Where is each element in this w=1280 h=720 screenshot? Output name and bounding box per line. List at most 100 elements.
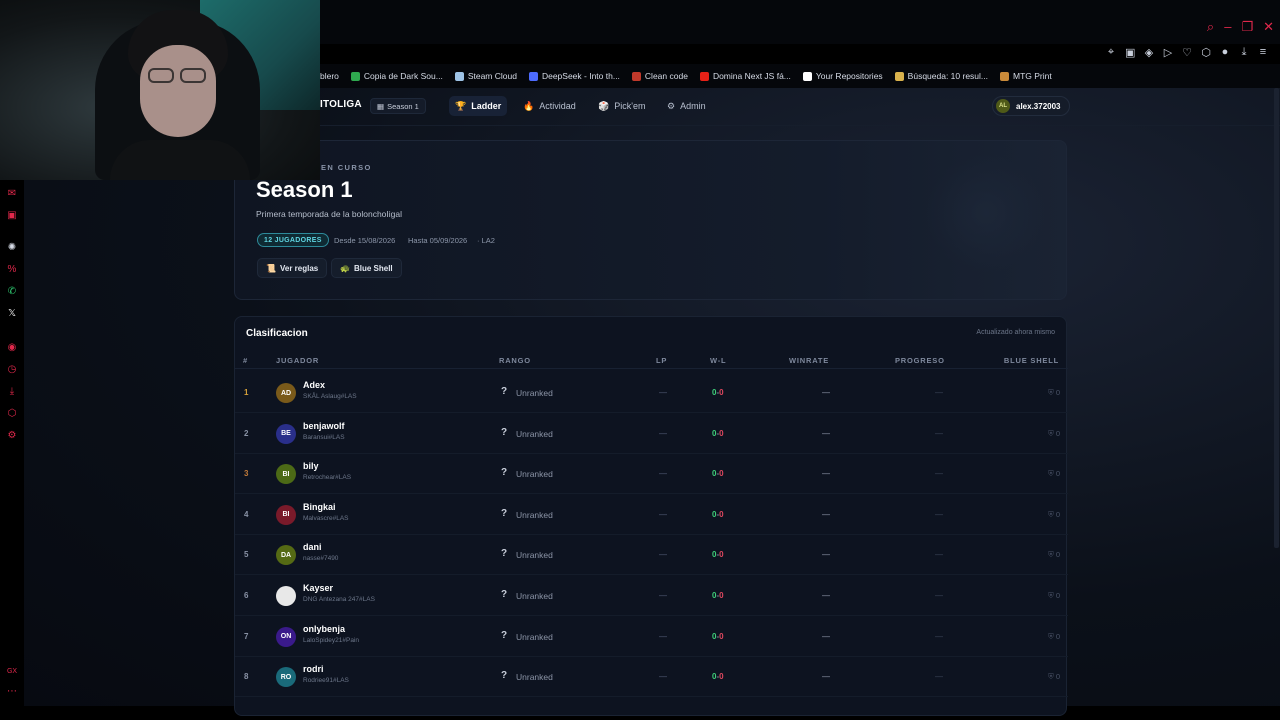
extensions-icon[interactable]: ⬡ bbox=[1201, 46, 1211, 59]
losses: 0 bbox=[719, 631, 724, 641]
col-winrate[interactable]: WINRATE bbox=[789, 356, 829, 365]
mail-icon[interactable]: ✉ bbox=[6, 188, 18, 200]
player-name[interactable]: rodri bbox=[303, 664, 324, 674]
bookmark-label: Steam Cloud bbox=[467, 71, 517, 81]
bookmark-item[interactable]: Steam Cloud bbox=[454, 71, 517, 81]
player-name[interactable]: Bingkai bbox=[303, 502, 336, 512]
pocket-icon[interactable]: ◈ bbox=[1144, 46, 1154, 59]
table-row[interactable]: 1 AD Adex SKÅL Aslaug#LAS? Unranked — 0-0 — — ⛨ 0 bbox=[235, 373, 1068, 413]
progress-value: — bbox=[935, 631, 943, 641]
player-name[interactable]: dani bbox=[303, 542, 322, 552]
download-icon[interactable]: ⤓ bbox=[1239, 46, 1249, 59]
table-row[interactable]: 4 BI Bingkai Malvascre#LAS? Unranked — 0-0 — — ⛨ … bbox=[235, 495, 1068, 535]
riot-id: Malvascre#LAS bbox=[303, 514, 349, 522]
table-row[interactable]: 6 Kayser DNG Antezana 247#LAS? Unranked — 0-0… bbox=[235, 576, 1068, 616]
restore-icon[interactable]: ❐ bbox=[1241, 20, 1253, 34]
chatgpt-icon[interactable]: ✺ bbox=[6, 242, 18, 254]
lp-value: — bbox=[659, 509, 667, 519]
bookmark-label: Búsqueda: 10 resul... bbox=[907, 71, 989, 81]
season-region: · LA2 bbox=[477, 236, 495, 245]
player-name[interactable]: bily bbox=[303, 461, 319, 471]
player-name[interactable]: onlybenja bbox=[303, 624, 345, 634]
close-icon[interactable]: ✕ bbox=[1263, 20, 1274, 34]
bookmark-item[interactable]: Copia de Dark Sou... bbox=[350, 71, 443, 81]
tier-label: Unranked bbox=[516, 550, 553, 561]
percent-icon[interactable]: % bbox=[6, 264, 18, 276]
extensions-icon[interactable]: ⬡ bbox=[6, 408, 18, 420]
bookmark-item[interactable]: Your Repositories bbox=[802, 71, 883, 81]
brand-logo[interactable]: ITOLIGA bbox=[320, 99, 362, 110]
pin-icon[interactable]: ⌖ bbox=[1106, 46, 1116, 59]
webcam-person-face bbox=[140, 45, 216, 137]
season-subtitle: Primera temporada de la bolonchoIigal bbox=[256, 209, 403, 219]
col-blueshell[interactable]: BLUE SHELL bbox=[1004, 356, 1059, 365]
view-rules-button[interactable]: 📜 Ver reglas bbox=[257, 258, 328, 278]
bookmark-label: blero bbox=[320, 71, 339, 81]
avatar: RO bbox=[276, 667, 296, 688]
menu-icon[interactable]: ≡ bbox=[1258, 46, 1268, 59]
gear-icon: ⚙ bbox=[667, 100, 676, 111]
table-row[interactable]: 7 ON onlybenja LaloSpidey21#Pain? Unranked — 0… bbox=[235, 617, 1068, 657]
table-row[interactable]: 3 BI bily Retrochear#LAS? Unranked — 0-0 — — ⛨ 0 bbox=[235, 454, 1068, 495]
bookmark-favicon-icon bbox=[1000, 71, 1010, 81]
tier-label: Unranked bbox=[516, 388, 553, 398]
blue-shell-count: ⛨ 0 bbox=[1048, 388, 1060, 398]
col-tier[interactable]: RANGO bbox=[499, 356, 531, 365]
bookmark-item[interactable]: Búsqueda: 10 resul... bbox=[894, 71, 989, 81]
avatar: AL bbox=[996, 99, 1010, 113]
blue-shell-button[interactable]: 🐢 Blue Shell bbox=[331, 258, 402, 278]
players-badge: 12 JUGADORES bbox=[257, 233, 329, 247]
bookmark-item[interactable]: DeepSeek - Into th... bbox=[528, 71, 620, 81]
tier-label: Unranked bbox=[516, 591, 553, 601]
nav-pickem[interactable]: 🎲 Pick'em bbox=[592, 96, 651, 116]
riot-id: LaloSpidey21#Pain bbox=[303, 636, 360, 644]
col-wl[interactable]: W-L bbox=[710, 356, 726, 365]
player-name[interactable]: Kayser bbox=[303, 583, 333, 593]
season-selector[interactable]: ▦ Season 1 bbox=[370, 98, 426, 114]
search-icon[interactable]: ⌕ bbox=[1207, 20, 1214, 34]
unranked-icon: ? bbox=[501, 426, 508, 438]
unranked-icon: ? bbox=[501, 629, 508, 641]
scrollbar[interactable] bbox=[1274, 88, 1279, 548]
bookmark-item[interactable]: MTG Print bbox=[1000, 71, 1052, 81]
gx-icon[interactable]: GX bbox=[6, 666, 18, 678]
x-icon[interactable]: 𝕏 bbox=[6, 308, 18, 320]
whatsapp-icon[interactable]: ✆ bbox=[6, 286, 18, 298]
table-row[interactable]: 2 BE benjawolf Baransui#LAS? Unranked — 0-0 — — ⛨… bbox=[235, 414, 1068, 454]
col-lp[interactable]: LP bbox=[656, 356, 667, 365]
tier-label: Unranked bbox=[516, 631, 553, 642]
scroll-icon: 📜 bbox=[266, 263, 276, 273]
bookmark-item[interactable]: Clean code bbox=[631, 71, 688, 81]
bookmark-item[interactable]: blero bbox=[320, 71, 339, 81]
bookmark-label: Your Repositories bbox=[815, 71, 883, 81]
avatar: AD bbox=[276, 383, 296, 403]
download-icon[interactable]: ⤓ bbox=[6, 386, 18, 398]
player-name[interactable]: Adex bbox=[303, 380, 325, 390]
play-icon[interactable]: ▷ bbox=[1163, 46, 1173, 59]
progress-value: — bbox=[935, 428, 943, 438]
bookmark-item[interactable]: Domina Next JS fá... bbox=[699, 71, 791, 81]
nav-admin[interactable]: ⚙ Admin bbox=[661, 96, 712, 116]
col-progress[interactable]: PROGRESO bbox=[895, 356, 945, 365]
nav-pickem-label: Pick'em bbox=[614, 101, 646, 111]
table-row[interactable]: 5 DA dani nasse#7490? Unranked — 0-0 — — ⛨ 0 bbox=[235, 535, 1068, 576]
player-name[interactable]: benjawolf bbox=[303, 421, 345, 431]
settings-icon[interactable]: ⚙ bbox=[6, 430, 18, 442]
bookmark-label: Copia de Dark Sou... bbox=[363, 71, 443, 81]
screenshot-icon[interactable]: ▣ bbox=[1125, 46, 1135, 59]
nav-actividad[interactable]: 🔥 Actividad bbox=[517, 96, 582, 116]
webcam-overlay bbox=[0, 0, 320, 180]
play-circle-icon[interactable]: ◉ bbox=[6, 342, 18, 354]
minimize-icon[interactable]: – bbox=[1224, 20, 1231, 34]
user-menu[interactable]: AL alex.372003 bbox=[992, 96, 1070, 116]
mastodon-icon[interactable]: ▣ bbox=[6, 210, 18, 222]
table-row[interactable]: 8 RO rodri Rodriee91#LAS? Unranked — 0-0 — — ⛨ 0 bbox=[235, 657, 1068, 698]
account-icon[interactable]: ● bbox=[1220, 46, 1230, 59]
col-player[interactable]: JUGADOR bbox=[276, 356, 319, 365]
history-icon[interactable]: ◷ bbox=[6, 364, 18, 376]
more-icon[interactable]: ⋯ bbox=[6, 686, 18, 698]
col-rank[interactable]: # bbox=[243, 356, 248, 365]
blue-shell-value: 0 bbox=[1055, 550, 1060, 560]
nav-ladder[interactable]: 🏆 Ladder bbox=[449, 96, 508, 116]
heart-icon[interactable]: ♡ bbox=[1182, 46, 1192, 59]
